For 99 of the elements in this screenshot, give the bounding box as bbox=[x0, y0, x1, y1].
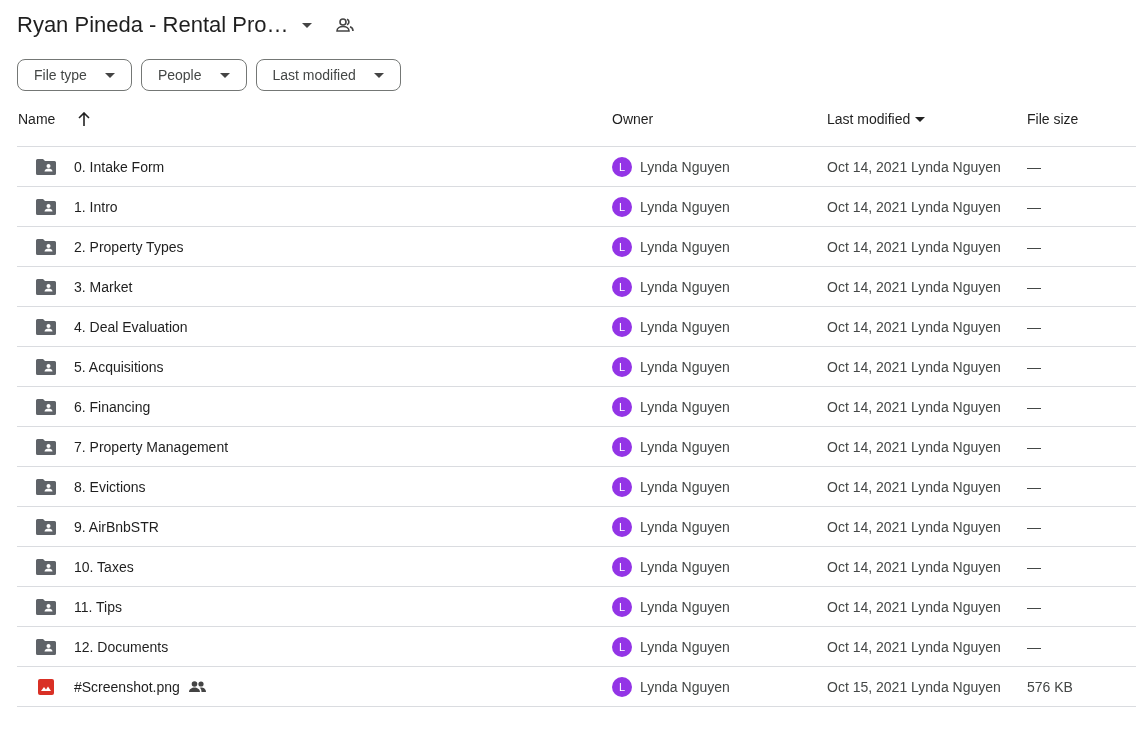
modified-date: Oct 14, 2021 Lynda Nguyen bbox=[827, 598, 1001, 615]
shared-folder-icon bbox=[36, 558, 56, 575]
file-size: — bbox=[1027, 198, 1041, 215]
modified-date: Oct 14, 2021 Lynda Nguyen bbox=[827, 438, 1001, 455]
column-header[interactable]: Owner bbox=[612, 111, 654, 127]
file-size: — bbox=[1027, 358, 1041, 375]
column-header[interactable]: Name bbox=[18, 111, 56, 127]
caret-icon bbox=[219, 72, 230, 78]
file-size: — bbox=[1027, 318, 1041, 335]
modified-date: Oct 14, 2021 Lynda Nguyen bbox=[827, 158, 1001, 175]
image-file-icon bbox=[38, 678, 54, 695]
file-name[interactable]: 3. Market bbox=[74, 278, 133, 295]
owner-name: Lynda Nguyen bbox=[640, 598, 730, 615]
modified-date: Oct 14, 2021 Lynda Nguyen bbox=[827, 558, 1001, 575]
modified-date: Oct 14, 2021 Lynda Nguyen bbox=[827, 198, 1001, 215]
owner-name: Lynda Nguyen bbox=[640, 478, 730, 495]
caret-icon bbox=[104, 72, 115, 78]
modified-date: Oct 14, 2021 Lynda Nguyen bbox=[827, 518, 1001, 535]
shared-folder-icon bbox=[36, 198, 56, 215]
owner-name: Lynda Nguyen bbox=[640, 318, 730, 335]
file-name[interactable]: 9. AirBnbSTR bbox=[74, 518, 159, 535]
shared-folder-icon bbox=[36, 478, 56, 495]
avatar: L bbox=[612, 596, 632, 617]
owner-name: Lynda Nguyen bbox=[640, 678, 730, 695]
shared-people-icon[interactable] bbox=[336, 18, 355, 32]
file-name[interactable]: 7. Property Management bbox=[74, 438, 229, 455]
file-name[interactable]: 0. Intake Form bbox=[74, 158, 165, 175]
avatar: L bbox=[612, 276, 632, 297]
owner-name: Lynda Nguyen bbox=[640, 558, 730, 575]
shared-folder-icon bbox=[36, 318, 56, 335]
sort-ascending-icon[interactable] bbox=[78, 112, 91, 126]
file-name[interactable]: 11. Tips bbox=[74, 598, 122, 615]
shared-folder-icon bbox=[36, 358, 56, 375]
file-size: — bbox=[1027, 278, 1041, 295]
avatar: L bbox=[612, 196, 632, 217]
owner-name: Lynda Nguyen bbox=[640, 398, 730, 415]
owner-name: Lynda Nguyen bbox=[640, 198, 730, 215]
folder-title[interactable]: Ryan Pineda - Rental Pro… bbox=[17, 12, 313, 38]
shared-folder-icon bbox=[36, 278, 56, 295]
shared-folder-icon bbox=[36, 158, 56, 175]
file-size: — bbox=[1027, 558, 1041, 575]
shared-folder-icon bbox=[36, 598, 56, 615]
file-name[interactable]: 2. Property Types bbox=[74, 238, 184, 255]
owner-name: Lynda Nguyen bbox=[640, 518, 730, 535]
modified-date: Oct 14, 2021 Lynda Nguyen bbox=[827, 238, 1001, 255]
file-size: — bbox=[1027, 478, 1041, 495]
file-size: — bbox=[1027, 238, 1041, 255]
file-name[interactable]: 4. Deal Evaluation bbox=[74, 318, 188, 335]
column-header[interactable]: File size bbox=[1027, 111, 1079, 127]
file-name[interactable]: #Screenshot.png bbox=[74, 678, 180, 695]
avatar: L bbox=[612, 156, 632, 177]
file-name[interactable]: 8. Evictions bbox=[74, 478, 146, 495]
sort-descending-icon[interactable] bbox=[915, 116, 926, 122]
shared-folder-icon bbox=[36, 638, 56, 655]
modified-date: Oct 14, 2021 Lynda Nguyen bbox=[827, 398, 1001, 415]
filter-chip[interactable]: File type bbox=[17, 59, 132, 91]
modified-date: Oct 14, 2021 Lynda Nguyen bbox=[827, 318, 1001, 335]
owner-name: Lynda Nguyen bbox=[640, 638, 730, 655]
file-size: — bbox=[1027, 638, 1041, 655]
file-name[interactable]: 10. Taxes bbox=[74, 558, 134, 575]
column-header[interactable]: Last modified bbox=[827, 111, 911, 127]
file-name[interactable]: 5. Acquisitions bbox=[74, 358, 164, 375]
avatar: L bbox=[612, 396, 632, 417]
avatar: L bbox=[612, 516, 632, 537]
file-size: — bbox=[1027, 438, 1041, 455]
owner-name: Lynda Nguyen bbox=[640, 438, 730, 455]
filter-chip[interactable]: Last modified bbox=[255, 59, 401, 91]
caret-icon bbox=[302, 22, 313, 28]
avatar: L bbox=[612, 676, 632, 697]
modified-date: Oct 14, 2021 Lynda Nguyen bbox=[827, 278, 1001, 295]
file-name[interactable]: 1. Intro bbox=[74, 198, 118, 215]
owner-name: Lynda Nguyen bbox=[640, 158, 730, 175]
owner-name: Lynda Nguyen bbox=[640, 278, 730, 295]
file-size: — bbox=[1027, 598, 1041, 615]
avatar: L bbox=[612, 556, 632, 577]
shared-folder-icon bbox=[36, 518, 56, 535]
avatar: L bbox=[612, 316, 632, 337]
file-size: — bbox=[1027, 398, 1041, 415]
file-size: — bbox=[1027, 158, 1041, 175]
owner-name: Lynda Nguyen bbox=[640, 358, 730, 375]
file-size: — bbox=[1027, 518, 1041, 535]
modified-date: Oct 14, 2021 Lynda Nguyen bbox=[827, 358, 1001, 375]
modified-date: Oct 14, 2021 Lynda Nguyen bbox=[827, 638, 1001, 655]
caret-icon bbox=[373, 72, 384, 78]
shared-folder-icon bbox=[36, 238, 56, 255]
avatar: L bbox=[612, 236, 632, 257]
file-name[interactable]: 12. Documents bbox=[74, 638, 169, 655]
avatar: L bbox=[612, 436, 632, 457]
shared-folder-icon bbox=[36, 398, 56, 415]
avatar: L bbox=[612, 356, 632, 377]
file-name[interactable]: 6. Financing bbox=[74, 398, 151, 415]
avatar: L bbox=[612, 636, 632, 657]
file-size: 576 KB bbox=[1027, 678, 1073, 695]
shared-folder-icon bbox=[36, 438, 56, 455]
owner-name: Lynda Nguyen bbox=[640, 238, 730, 255]
filter-chip[interactable]: People bbox=[140, 59, 247, 91]
avatar: L bbox=[612, 476, 632, 497]
modified-date: Oct 15, 2021 Lynda Nguyen bbox=[827, 678, 1001, 695]
modified-date: Oct 14, 2021 Lynda Nguyen bbox=[827, 478, 1001, 495]
